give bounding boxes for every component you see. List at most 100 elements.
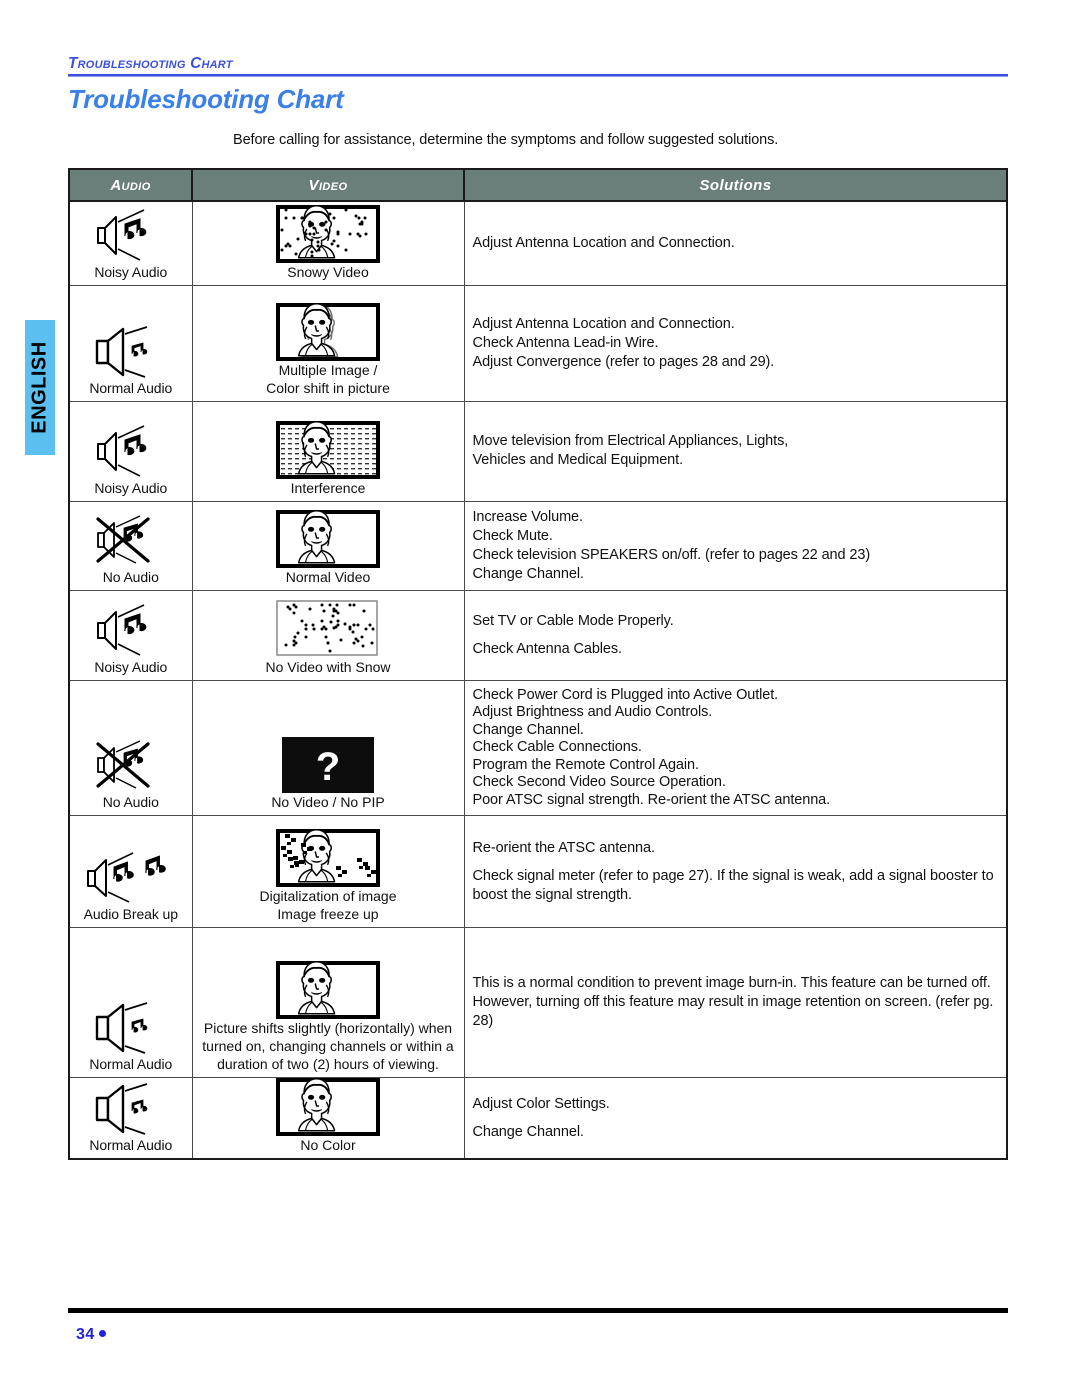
video-label: Interference (290, 479, 366, 496)
intro-text: Before calling for assistance, determine… (233, 132, 779, 148)
tv-normal-icon (193, 509, 464, 568)
video-label: No Color (300, 1137, 356, 1153)
solution-line: Change Channel. (472, 565, 584, 582)
video-cell: Snowy Video (192, 201, 465, 286)
video-label: Multiple Image / (278, 361, 378, 378)
audio-cell: No Audio (70, 501, 193, 591)
tv-digitalization-icon (193, 829, 464, 887)
table-row: Normal Audio Picture shifts slightly (ho… (70, 927, 1006, 1078)
audio-label: Noisy Audio (94, 263, 168, 280)
audio-cell: Normal Audio (70, 927, 193, 1078)
solution-line: Poor ATSC signal strength. Re-orient the… (472, 791, 831, 808)
audio-cell: Noisy Audio (70, 401, 193, 502)
video-cell: No Video with Snow (192, 590, 465, 681)
solutions-cell: Check Power Cord is Plugged into Active … (464, 680, 1006, 816)
speaker-noisy-icon (70, 424, 192, 480)
audio-label: Normal Audio (89, 1056, 173, 1072)
video-label: No Video / No PIP (271, 794, 385, 810)
table-row: Normal Audio Multiple Image / Color shift… (70, 285, 1006, 402)
table-header-row: Audio Video Solutions (70, 170, 1006, 202)
table-header: Audio Video Solutions (70, 170, 1006, 202)
table-row: Normal Audio No Color Adjust Color Settin… (70, 1077, 1006, 1158)
audio-cell: No Audio (70, 680, 193, 816)
solutions-cell: Move television from Electrical Applianc… (464, 401, 1006, 502)
table-body: Noisy Audio Snowy Video Adjust Antenna Lo… (70, 201, 1006, 1158)
video-label-secondary: Color shift in picture (266, 379, 390, 396)
video-label: Normal Video (285, 568, 371, 585)
solution-line: Vehicles and Medical Equipment. (472, 452, 684, 468)
tv-no-color-icon (193, 1078, 464, 1136)
solution-line: Adjust Color Settings. (472, 1095, 610, 1112)
audio-label: Normal Audio (89, 1137, 173, 1153)
table-row: Noisy Audio Snowy Video Adjust Antenna Lo… (70, 201, 1006, 286)
speaker-normal-icon (70, 1000, 192, 1056)
troubleshooting-table-wrapper: Audio Video Solutions Noisy Audio Snowy … (68, 168, 1008, 1160)
solution-line: Check Mute. (472, 527, 553, 544)
language-tab-label: ENGLISH (28, 341, 51, 434)
solutions-cell: Set TV or Cable Mode Properly. Check Ante… (464, 590, 1006, 681)
solutions-cell: Adjust Antenna Location and Connection. C… (464, 285, 1006, 402)
tv-normal-icon (193, 961, 464, 1019)
page-title: Troubleshooting Chart (68, 84, 344, 114)
column-header-solutions: Solutions (464, 170, 1006, 202)
video-label: Picture shifts slightly (horizontally) w… (202, 1020, 454, 1072)
video-cell: ? No Video / No PIP (192, 680, 465, 816)
solutions-cell: Adjust Color Settings. Change Channel. (464, 1077, 1006, 1158)
svg-text:?: ? (316, 745, 340, 789)
running-head-rule (68, 74, 1008, 77)
speaker-muted-icon (70, 511, 192, 569)
video-label: Snowy Video (287, 263, 369, 280)
solution-line: Check Antenna Cables. (472, 640, 623, 657)
audio-label: No Audio (102, 794, 159, 810)
solutions-cell: This is a normal condition to prevent im… (464, 927, 1006, 1078)
solution-line: Check Cable Connections. (472, 739, 642, 755)
audio-cell: Noisy Audio (70, 201, 193, 286)
solutions-cell: Adjust Antenna Location and Connection. (464, 201, 1006, 286)
solution-line: This is a normal condition to prevent im… (472, 975, 994, 1029)
speaker-normal-icon (70, 1081, 192, 1137)
solution-line: Increase Volume. (472, 508, 584, 525)
audio-cell: Normal Audio (70, 1077, 193, 1158)
table-row: Noisy Audio Interference Move television … (70, 401, 1006, 502)
solution-line: Check Power Cord is Plugged into Active … (472, 686, 779, 703)
solution-line: Adjust Brightness and Audio Controls. (472, 704, 713, 720)
column-header-audio: Audio (70, 170, 193, 202)
table-row: Noisy Audio No Video with Snow Set TV or … (70, 590, 1006, 681)
speaker-noisy-icon (70, 603, 192, 659)
video-cell: Multiple Image / Color shift in picture (192, 285, 465, 402)
audio-cell: Noisy Audio (70, 590, 193, 681)
solution-line: Adjust Convergence (refer to pages 28 an… (472, 353, 775, 370)
tv-snow-only-icon (193, 599, 464, 658)
page-number: 34 (76, 1326, 106, 1344)
audio-label: Normal Audio (89, 379, 173, 396)
solution-line: Check television SPEAKERS on/off. (refer… (472, 546, 871, 563)
page-number-value: 34 (76, 1326, 95, 1343)
solutions-cell: Re-orient the ATSC antenna. Check signal … (464, 815, 1006, 928)
table-row: No Audio Normal Video Increase Volume. Che… (70, 501, 1006, 591)
troubleshooting-table: Audio Video Solutions Noisy Audio Snowy … (70, 170, 1006, 1158)
audio-label: Noisy Audio (94, 479, 168, 496)
tv-multiple-image-icon (193, 302, 464, 361)
footer-rule (68, 1308, 1008, 1313)
solution-line: Adjust Antenna Location and Connection. (472, 234, 735, 251)
bullet-dot-icon (98, 1330, 106, 1337)
solution-line: Check Second Video Source Operation. (472, 774, 726, 790)
video-cell: Picture shifts slightly (horizontally) w… (192, 927, 465, 1078)
running-head-text: Troubleshooting Chart (68, 55, 233, 72)
speaker-noisy-icon (70, 208, 192, 264)
video-label: Digitalization of image (259, 888, 397, 904)
solution-line: Program the Remote Control Again. (472, 756, 700, 773)
solution-line: Check Antenna Lead-in Wire. (472, 334, 659, 351)
video-label: No Video with Snow (265, 658, 391, 675)
audio-cell: Audio Break up (70, 815, 193, 928)
table-row: Audio Break up Digitalization of image Im… (70, 815, 1006, 928)
solution-line: Set TV or Cable Mode Properly. (472, 612, 674, 629)
audio-label: Noisy Audio (94, 658, 168, 675)
video-cell: Interference (192, 401, 465, 502)
speaker-normal-icon (70, 324, 192, 380)
running-head: Troubleshooting Chart (68, 55, 1008, 77)
speaker-muted-icon (70, 736, 192, 794)
video-label-secondary: Image freeze up (277, 906, 379, 922)
solution-line: Move television from Electrical Applianc… (472, 433, 789, 449)
solution-line: Re-orient the ATSC antenna. (472, 839, 656, 856)
